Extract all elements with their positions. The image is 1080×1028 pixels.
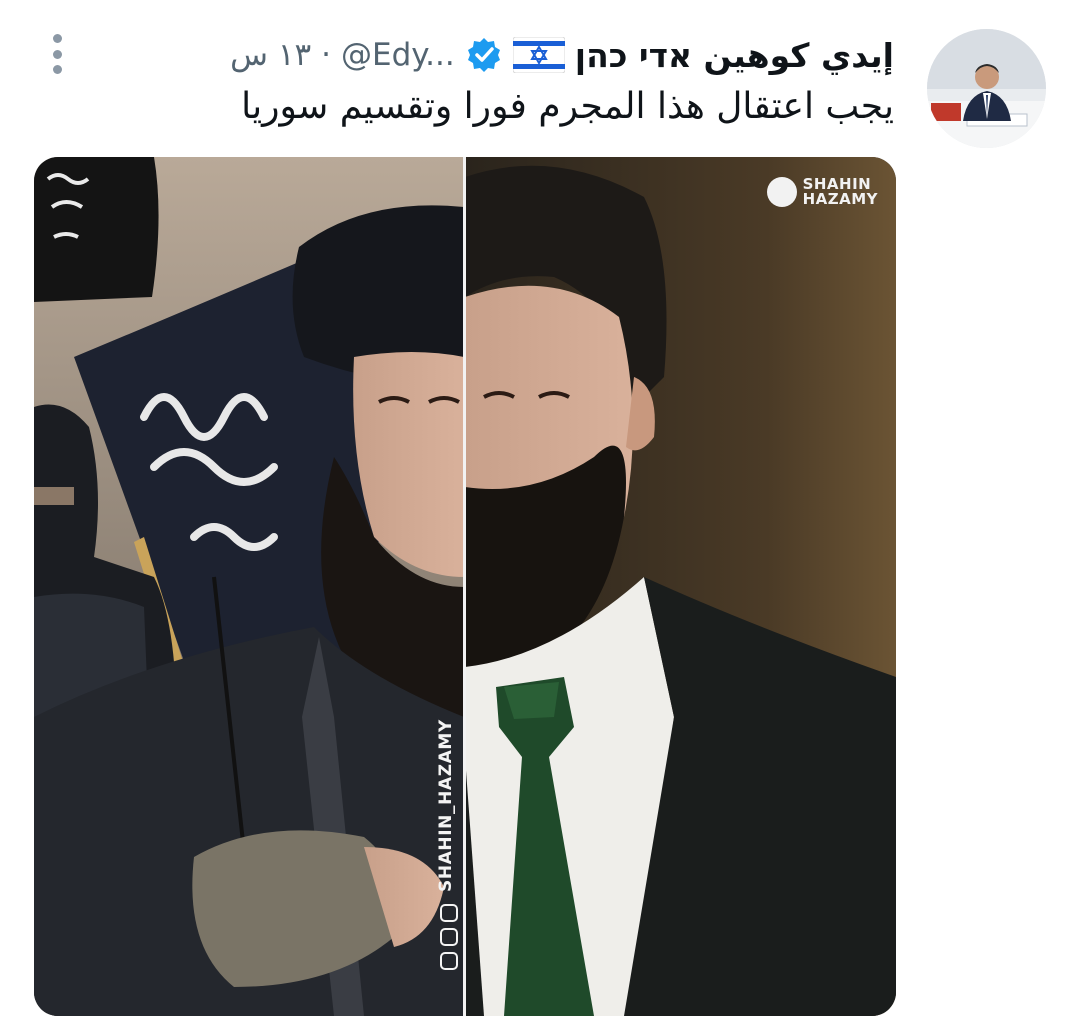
watermark-social-icons (440, 904, 458, 970)
watermark-side: SHAHIN_HAZAMY (436, 712, 466, 1012)
handle[interactable]: @Edy... (341, 37, 455, 73)
more-options-icon[interactable] (47, 34, 67, 74)
tweet: إيدي كوهين אדי כהן @Edy... · ١٣ س يجب اع… (0, 0, 1080, 1028)
watermark-top: SHAHIN HAZAMY (766, 177, 878, 208)
telegram-icon (440, 904, 458, 922)
watermark-side-text: SHAHIN_HAZAMY (436, 719, 456, 892)
tweet-header: إيدي كوهين אדי כהן @Edy... · ١٣ س (230, 30, 894, 80)
display-name[interactable]: إيدي كوهين אדי כהן (575, 36, 894, 75)
timestamp[interactable]: ١٣ س (230, 37, 311, 73)
avatar[interactable] (927, 29, 1046, 148)
verified-badge-icon (465, 36, 503, 74)
watermark-logo-icon (766, 177, 797, 207)
instagram-icon (440, 952, 458, 970)
separator-dot: · (321, 37, 331, 73)
israel-flag-icon (512, 36, 566, 74)
tiktok-icon (440, 928, 458, 946)
tweet-image[interactable]: SHAHIN HAZAMY SHAHIN_HAZAMY (34, 157, 896, 1016)
tweet-text: يجب اعتقال هذا المجرم فورا وتقسيم سوريا (241, 86, 894, 127)
watermark-line2: HAZAMY (802, 190, 878, 208)
